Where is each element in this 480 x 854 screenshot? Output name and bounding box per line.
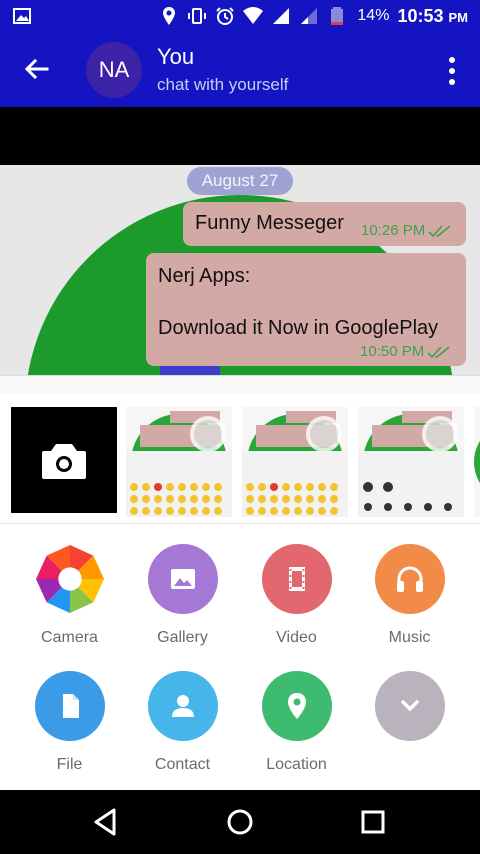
attach-location-label: Location (266, 756, 327, 773)
attach-contact-label: Contact (154, 756, 211, 773)
vibrate-icon (188, 8, 207, 24)
location-option-circle[interactable] (261, 671, 332, 741)
attach-file-option[interactable]: File (13, 671, 126, 774)
date-chip: August 27 (187, 167, 293, 195)
attach-music-label: Music (388, 629, 431, 646)
input-bar-partial (0, 375, 480, 394)
headphones-icon (396, 566, 423, 592)
screenshot-thumbnail-image (474, 440, 480, 484)
location-icon (163, 7, 176, 25)
recent-media-strip[interactable] (0, 394, 480, 524)
attach-file-label: File (56, 756, 83, 773)
attach-camera-option[interactable]: Camera (13, 544, 126, 647)
more-option-circle[interactable] (374, 671, 445, 741)
clock-ampm: PM (448, 9, 469, 25)
signal-weak-icon (301, 8, 318, 24)
clock-time: 10:53 (397, 5, 444, 26)
chat-top-band (0, 107, 480, 165)
message-bubble[interactable]: Nerj Apps: Download it Now in GooglePlay… (146, 253, 466, 366)
app-bar: NA You chat with yourself (0, 32, 480, 107)
screenshot-thumbnail-image (358, 411, 464, 517)
alarm-icon (216, 7, 235, 25)
media-thumbnail[interactable] (242, 407, 348, 517)
contact-option-circle[interactable] (147, 671, 218, 741)
more-vert-icon[interactable] (442, 54, 462, 88)
attach-options-grid: Camera Gallery Video Music File Contact … (0, 524, 480, 790)
file-icon (62, 694, 79, 718)
location-pin-icon (287, 693, 306, 719)
nav-back-icon[interactable] (88, 804, 124, 840)
music-option-circle[interactable] (374, 544, 445, 614)
attach-gallery-label: Gallery (157, 629, 208, 646)
read-ticks-icon (427, 346, 450, 359)
attach-video-label: Video (276, 629, 317, 646)
avatar[interactable]: NA (86, 42, 142, 98)
message-time-text: 10:50 PM (360, 343, 425, 360)
attach-video-option[interactable]: Video (240, 544, 353, 647)
attach-location-option[interactable]: Location (240, 671, 353, 774)
chat-subtitle: chat with yourself (157, 75, 289, 94)
nav-home-icon[interactable] (222, 804, 258, 840)
message-bubble[interactable]: Funny Messeger 10:26 PM (183, 202, 466, 246)
message-text: Nerj Apps: (158, 265, 251, 287)
video-option-circle[interactable] (261, 544, 332, 614)
nav-recents-icon[interactable] (355, 804, 391, 840)
image-icon (170, 569, 195, 589)
gallery-notification-icon (13, 8, 31, 24)
status-bar: 14% 10:53 PM (0, 0, 480, 32)
signal-icon (273, 8, 290, 24)
chat-title: You (157, 44, 195, 69)
attachment-sheet: Camera Gallery Video Music File Contact … (0, 394, 480, 790)
media-thumbnail[interactable] (358, 407, 464, 517)
chevron-down-icon (400, 700, 419, 711)
message-text: Download it Now in GooglePlay (158, 317, 439, 339)
media-thumbnail[interactable] (126, 407, 232, 517)
media-thumbnail[interactable] (474, 407, 480, 517)
battery-icon (331, 7, 344, 25)
gallery-option-circle[interactable] (147, 544, 218, 614)
screenshot-thumbnail-image (242, 411, 348, 517)
back-arrow-icon[interactable] (20, 52, 54, 86)
attach-more-option[interactable] (353, 671, 466, 756)
camera-icon (42, 444, 86, 479)
message-time: 10:50 PM (360, 343, 451, 360)
message-time: 10:26 PM (361, 222, 452, 239)
clock: 10:53 PM (397, 6, 468, 27)
person-icon (171, 695, 194, 717)
attach-gallery-option[interactable]: Gallery (126, 544, 239, 647)
attach-contact-option[interactable]: Contact (126, 671, 239, 774)
wifi-icon (243, 7, 264, 24)
battery-percent: 14% (357, 7, 390, 24)
read-ticks-icon (428, 225, 451, 238)
camera-capture-tile[interactable] (11, 407, 117, 513)
aperture-icon (35, 544, 104, 614)
attach-camera-label: Camera (41, 629, 98, 646)
attach-music-option[interactable]: Music (353, 544, 466, 647)
message-text: Funny Messeger (195, 212, 344, 234)
screenshot-thumbnail-image (126, 411, 232, 517)
camera-option-circle[interactable] (35, 544, 105, 614)
message-time-text: 10:26 PM (361, 222, 426, 239)
film-icon (288, 567, 305, 591)
chat-area[interactable]: August 27 Funny Messeger 10:26 PM Nerj A… (0, 165, 480, 375)
navigation-bar (0, 790, 480, 854)
file-option-circle[interactable] (34, 671, 105, 741)
